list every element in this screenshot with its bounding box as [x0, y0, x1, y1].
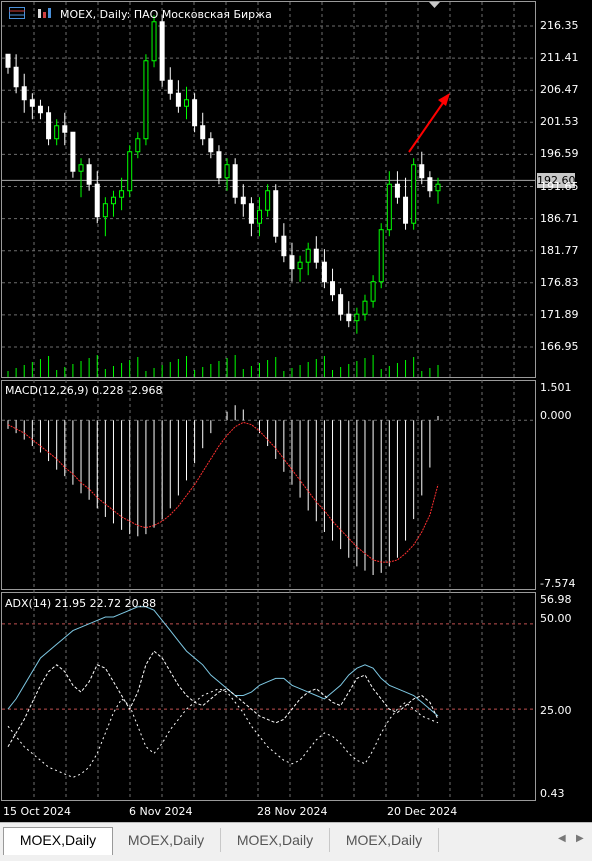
candle-body: [265, 190, 271, 211]
candle-body: [297, 261, 303, 270]
bar-chart-icon[interactable]: [37, 7, 53, 19]
candle-body: [46, 112, 52, 140]
tab-moex-daily-3[interactable]: MOEX,Daily: [221, 828, 330, 852]
candle-body: [313, 248, 319, 263]
candle-body: [273, 190, 279, 237]
candle-body: [321, 261, 327, 283]
candle-body: [119, 190, 125, 198]
price-tick: 176.83: [540, 275, 579, 289]
candle-body: [175, 92, 181, 107]
candle-body: [102, 203, 108, 218]
candle-body: [427, 177, 433, 192]
candle-body: [386, 183, 392, 231]
candle-body: [54, 125, 60, 140]
candle-body: [354, 313, 360, 322]
candle-body: [127, 151, 133, 192]
candle-body: [167, 79, 173, 94]
candle-body: [232, 164, 238, 198]
candle-body: [346, 313, 352, 322]
time-label: 15 Oct 2024: [3, 805, 72, 818]
candle-body: [135, 138, 141, 153]
price-tick: 171.89: [540, 307, 579, 321]
price-tick: 211.41: [540, 51, 579, 65]
candle-body: [362, 300, 368, 315]
adx-minus-di-line: [7, 688, 439, 778]
candle-body: [21, 86, 27, 101]
price-tick: 166.95: [540, 340, 579, 353]
candle-body: [151, 21, 157, 62]
candle-body: [78, 164, 84, 172]
adx-plus-di-line: [7, 650, 439, 747]
candle-body: [281, 235, 287, 257]
price-tick: 196.59: [540, 147, 579, 161]
candle-body: [240, 196, 246, 205]
scroll-right-icon[interactable]: ▶: [576, 833, 584, 844]
candle-body: [183, 99, 189, 107]
price-tick: 191.65: [540, 179, 579, 193]
candle-body: [248, 203, 254, 224]
macd-panel-frame: [1, 380, 536, 590]
candle-body: [159, 21, 165, 81]
candle-body: [94, 183, 100, 218]
adx-tick: 56.98: [540, 593, 572, 606]
price-tick: 206.47: [540, 83, 579, 97]
adx-label: ADX(14) 21.95 22.72 20.88: [5, 597, 157, 610]
chart-grid-icon[interactable]: [9, 7, 25, 19]
tab-moex-daily-1[interactable]: MOEX,Daily: [3, 827, 113, 855]
candle-body: [257, 209, 263, 224]
candle-body: [29, 99, 35, 107]
candle-body: [86, 164, 92, 185]
candle-body: [378, 229, 384, 283]
symbol-title: MOEX, Daily: ПАО Московская Биржа: [60, 8, 272, 21]
price-tick: 186.71: [540, 211, 579, 225]
candle-body: [192, 99, 198, 127]
candle-body: [5, 53, 11, 68]
candle-body: [143, 60, 149, 140]
candle-body: [403, 196, 409, 224]
price-tick: 201.53: [540, 115, 579, 129]
candle-body: [330, 281, 336, 296]
candle-body: [435, 183, 441, 192]
macd-tick: 0.000: [540, 409, 572, 422]
candle-body: [394, 183, 400, 198]
time-label: 20 Dec 2024: [387, 805, 458, 818]
scroll-left-icon[interactable]: ◀: [558, 833, 566, 844]
candle-body: [419, 164, 425, 179]
candle-body: [370, 281, 376, 302]
macd-label: MACD(12,26,9) 0.228 -2.968: [5, 384, 163, 397]
candle-body: [208, 138, 214, 153]
trend-arrow-line: [408, 99, 446, 153]
candle-body: [37, 105, 43, 114]
macd-tick: -7.574: [540, 577, 576, 590]
tab-moex-daily-2[interactable]: MOEX,Daily: [112, 828, 221, 852]
trend-arrow-head: [438, 93, 450, 106]
candle-body: [62, 125, 68, 133]
chart-canvas[interactable]: [0, 0, 592, 822]
time-label: 6 Nov 2024: [129, 805, 193, 818]
candle-body: [13, 66, 19, 88]
adx-tick: 50.00: [540, 612, 572, 625]
candle-body: [70, 131, 76, 172]
chart-shift-marker: [429, 2, 440, 8]
price-tick: 181.77: [540, 243, 579, 257]
candle-body: [216, 151, 222, 179]
candle-body: [289, 255, 295, 270]
tab-moex-daily-4[interactable]: MOEX,Daily: [330, 828, 439, 852]
candle-body: [338, 294, 344, 315]
adx-tick: 25.00: [540, 704, 572, 717]
chart-tab-bar: MOEX,Daily MOEX,Daily MOEX,Daily MOEX,Da…: [0, 822, 592, 861]
candle-body: [200, 125, 206, 140]
candle-body: [110, 196, 116, 205]
adx-tick: 0.43: [540, 787, 565, 800]
time-label: 28 Nov 2024: [257, 805, 328, 818]
candle-body: [224, 164, 230, 179]
chart-area[interactable]: MOEX, Daily: ПАО Московская Биржа 192.60…: [0, 0, 592, 822]
adx-main-line: [7, 606, 439, 717]
price-tick: 216.35: [540, 19, 579, 32]
candle-body: [411, 164, 417, 224]
macd-tick: 1.501: [540, 381, 572, 394]
candle-body: [305, 248, 311, 263]
